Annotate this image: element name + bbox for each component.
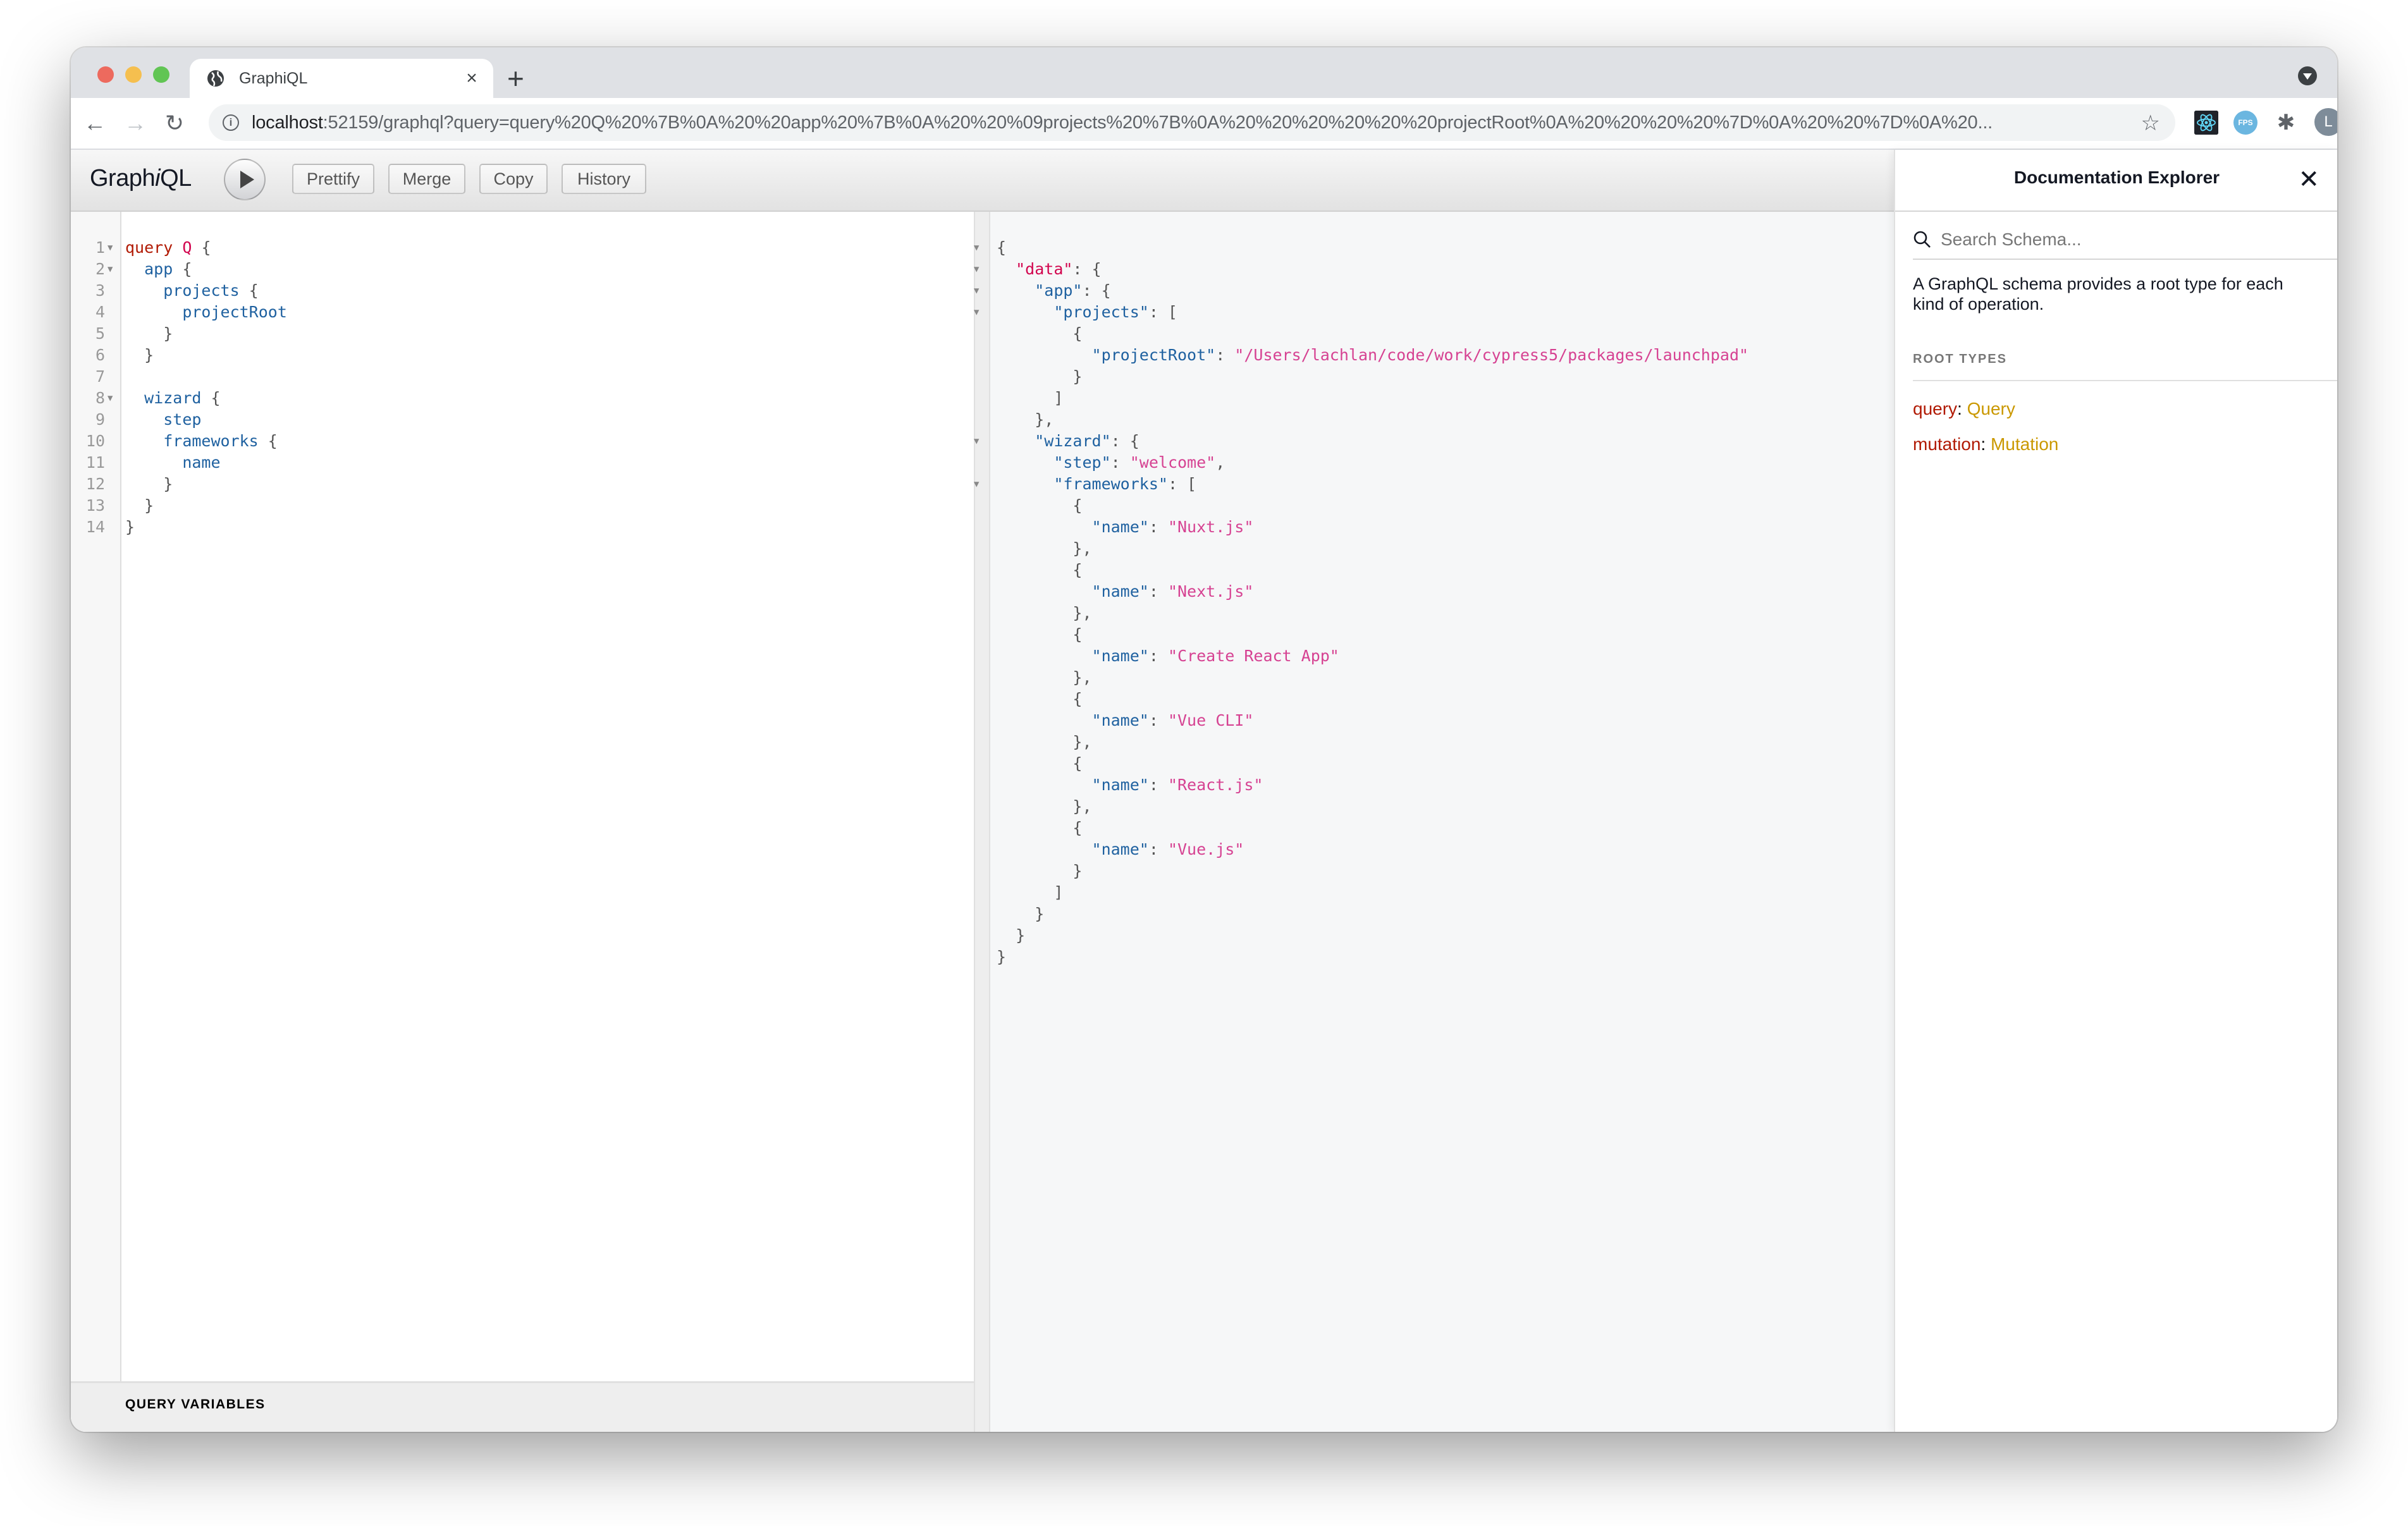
site-info-icon[interactable]: i	[223, 114, 239, 131]
line-number: 7	[95, 367, 105, 386]
line-number: 2	[95, 260, 105, 278]
type-link-query[interactable]: Query	[1967, 399, 2015, 418]
framework-name: "Create React App"	[1167, 647, 1339, 665]
tab-graphiql[interactable]: GraphiQL ×	[190, 59, 493, 98]
close-icon[interactable]: ✕	[2298, 165, 2319, 194]
bookmark-star-icon[interactable]: ☆	[2141, 111, 2160, 136]
root-type-query: query: Query	[1913, 399, 2015, 418]
merge-button[interactable]: Merge	[388, 164, 465, 194]
execute-query-button[interactable]	[224, 159, 266, 200]
framework-name: "Vue CLI"	[1167, 711, 1254, 729]
address-bar[interactable]: i localhost:52159/graphql?query=query%20…	[209, 104, 2175, 141]
doc-explorer-title: Documentation Explorer	[2013, 168, 2220, 187]
pane-resize-handle[interactable]	[974, 212, 990, 1432]
line-number: 11	[85, 453, 105, 472]
back-arrow-icon[interactable]: ←	[80, 108, 110, 138]
line-number: 10	[85, 432, 105, 450]
extensions-puzzle-icon[interactable]: ✱	[2274, 111, 2298, 135]
tab-search-icon[interactable]	[2298, 66, 2317, 85]
root-types-heading: ROOT TYPES	[1913, 352, 2337, 381]
profile-avatar[interactable]: L	[2314, 108, 2337, 136]
query-variables-bar[interactable]: QUERY VARIABLES	[71, 1381, 974, 1432]
type-link-mutation[interactable]: Mutation	[1991, 434, 2058, 454]
history-button[interactable]: History	[562, 164, 646, 194]
schema-search-input[interactable]	[1939, 229, 2321, 250]
fold-arrow-icon[interactable]: ▼	[974, 430, 979, 452]
line-number: 8	[95, 389, 105, 407]
react-devtools-extension-icon[interactable]	[2194, 111, 2218, 135]
doc-explorer-header: Documentation Explorer ✕	[1895, 150, 2337, 212]
schema-description: A GraphQL schema provides a root type fo…	[1913, 274, 2283, 314]
close-window-button[interactable]	[97, 66, 114, 83]
browser-toolbar: ← → ↻ i localhost:52159/graphql?query=qu…	[71, 98, 2337, 150]
line-number: 4	[95, 303, 105, 321]
line-number: 9	[95, 410, 105, 429]
search-icon	[1914, 231, 1931, 248]
line-number: 6	[95, 346, 105, 364]
url-text[interactable]: localhost:52159/graphql?query=query%20Q%…	[252, 113, 2086, 133]
line-number: 5	[95, 324, 105, 343]
graphiql-toolbar: GraphiQL Prettify Merge Copy History	[71, 150, 1894, 212]
fps-extension-icon[interactable]: FPS	[2233, 111, 2258, 135]
root-type-mutation: mutation: Mutation	[1913, 434, 2059, 454]
line-number: 14	[85, 518, 105, 536]
fold-arrow-icon[interactable]: ▼	[974, 237, 979, 259]
prettify-button[interactable]: Prettify	[292, 164, 374, 194]
fold-arrow-icon[interactable]: ▼	[974, 473, 979, 495]
fold-arrow-icon[interactable]: ▼	[108, 237, 113, 259]
query-editor[interactable]: 1 ▼ query Q { 2 ▼ app { 3 projects { 4 proj…	[71, 212, 974, 1432]
reload-icon[interactable]: ↻	[159, 108, 190, 138]
framework-name: "Nuxt.js"	[1167, 518, 1254, 536]
fold-arrow-icon[interactable]: ▼	[974, 259, 979, 280]
framework-name: "Next.js"	[1167, 582, 1254, 601]
fold-arrow-icon[interactable]: ▼	[108, 388, 113, 409]
tab-strip: GraphiQL × +	[71, 47, 2337, 98]
line-number: 1	[95, 238, 105, 257]
fold-arrow-icon[interactable]: ▼	[974, 280, 979, 302]
graphiql-logo: GraphiQL	[90, 165, 192, 192]
schema-search[interactable]	[1913, 221, 2337, 260]
fold-arrow-icon[interactable]: ▼	[974, 302, 979, 323]
documentation-explorer: Documentation Explorer ✕ A GraphQL schem…	[1894, 150, 2337, 1432]
line-number: 13	[85, 496, 105, 515]
line-number: 12	[85, 475, 105, 493]
tab-close-icon[interactable]: ×	[459, 68, 484, 89]
browser-window: GraphiQL × + ← → ↻ i localhost:52159/gra…	[71, 47, 2337, 1432]
zoom-window-button[interactable]	[153, 66, 169, 83]
framework-name: "React.js"	[1167, 776, 1263, 794]
minimize-window-button[interactable]	[125, 66, 142, 83]
line-number: 3	[95, 281, 105, 300]
tab-title: GraphiQL	[239, 69, 308, 87]
fold-arrow-icon[interactable]: ▼	[108, 259, 113, 280]
query-variables-title[interactable]: QUERY VARIABLES	[125, 1397, 266, 1412]
new-tab-button[interactable]: +	[507, 61, 524, 95]
forward-arrow-icon[interactable]: →	[120, 108, 150, 138]
copy-button[interactable]: Copy	[479, 164, 548, 194]
framework-name: "Vue.js"	[1167, 840, 1244, 858]
globe-icon	[207, 70, 224, 87]
result-viewer: ▼{ ▼ "data": { ▼ "app": { ▼ "projects": …	[974, 212, 1894, 1432]
